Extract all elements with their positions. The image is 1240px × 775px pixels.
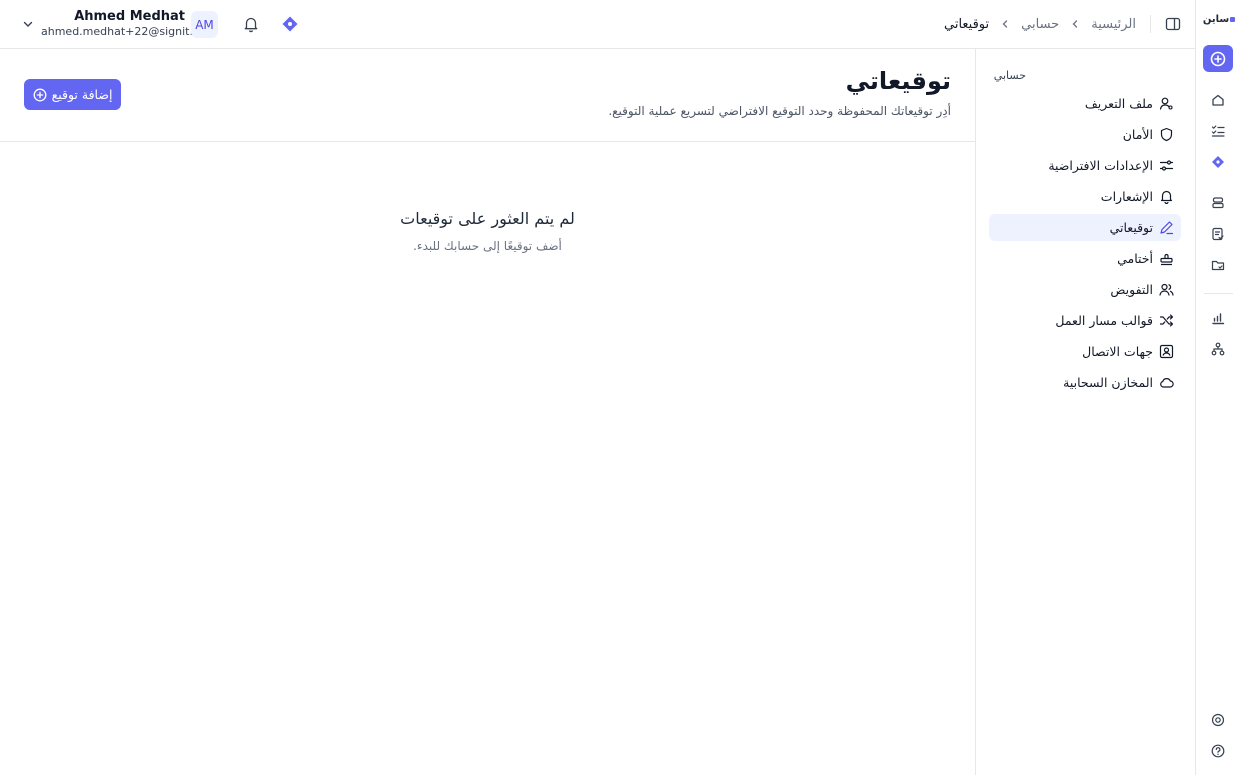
page-title: توقيعاتي: [845, 67, 951, 95]
sidebar-item-label: الإشعارات: [1100, 189, 1153, 204]
add-signature-button[interactable]: إضافة توقيع: [24, 79, 121, 110]
breadcrumb: الرئيسية حسابي توقيعاتي: [944, 0, 1195, 48]
sidebar-item-label: المخازن السحابية: [1063, 375, 1153, 390]
plus-circle-icon: [33, 88, 47, 101]
help-icon[interactable]: [1209, 742, 1227, 760]
sidebar-section-title: حسابي: [993, 69, 1026, 82]
analytics-icon[interactable]: [1209, 309, 1227, 327]
org-chart-icon[interactable]: [1209, 340, 1227, 358]
user-name: Ahmed Medhat: [74, 9, 185, 24]
stamp-icon: [1160, 253, 1173, 266]
app-logo[interactable]: ساين: [1202, 14, 1236, 30]
notifications-bell-icon[interactable]: [242, 15, 260, 33]
sidebar-toggle-icon[interactable]: [1165, 16, 1181, 32]
user-email: ahmed.medhat+22@signit.sa: [41, 25, 206, 38]
sidebar-item-label: جهات الاتصال: [1082, 344, 1153, 359]
top-header: الرئيسية حسابي توقيعاتي Ahmed Medhat ahm…: [0, 0, 1195, 49]
sidebar-item-label: توقيعاتي: [1109, 220, 1153, 235]
sidebar-item-profile[interactable]: ملف التعريف: [989, 90, 1181, 117]
rail-divider: [1204, 293, 1233, 294]
sidebar-item-label: ملف التعريف: [1084, 96, 1153, 111]
add-signature-label: إضافة توقيع: [51, 87, 113, 102]
sliders-icon: [1159, 160, 1174, 171]
bell-icon: [1160, 190, 1173, 204]
tasks-icon[interactable]: [1209, 122, 1227, 140]
sidebar-item-delegation[interactable]: التفويض: [989, 276, 1181, 303]
sidebar-item-label: قوالب مسار العمل: [1055, 313, 1153, 328]
avatar[interactable]: AM: [191, 11, 218, 38]
diamond-icon[interactable]: [1209, 153, 1227, 171]
main-content: توقيعاتي أدِر توقيعاتك المحفوظة وحدد الت…: [0, 49, 975, 775]
settings-icon[interactable]: [1209, 711, 1227, 729]
sidebar-item-label: التفويض: [1110, 282, 1153, 297]
icon-rail: ساين: [1195, 0, 1240, 775]
document-check-icon[interactable]: [1209, 225, 1227, 243]
breadcrumb-account[interactable]: حسابي: [1021, 17, 1059, 32]
sidebar-item-signatures[interactable]: توقيعاتي: [989, 214, 1181, 241]
chevron-left-icon: [1002, 20, 1008, 28]
cloud-icon: [1160, 378, 1174, 388]
home-icon[interactable]: [1209, 91, 1227, 109]
stamp-icon[interactable]: [1209, 194, 1227, 212]
sidebar-item-stamps[interactable]: أختامي: [989, 245, 1181, 272]
plus-circle-icon: [1210, 51, 1226, 66]
chevron-down-icon[interactable]: [21, 17, 35, 31]
account-sidebar: حسابي ملف التعريف الأمان الإعدادات الافت…: [975, 49, 1195, 775]
empty-state-title: لم يتم العثور على توقيعات: [400, 209, 575, 228]
sidebar-item-contacts[interactable]: جهات الاتصال: [989, 338, 1181, 365]
breadcrumb-home[interactable]: الرئيسية: [1091, 17, 1136, 32]
shield-icon: [1160, 127, 1173, 142]
sidebar-item-label: الأمان: [1122, 127, 1153, 142]
header-divider: [1150, 15, 1151, 33]
sidebar-item-label: أختامي: [1117, 251, 1153, 266]
pen-icon: [1160, 221, 1174, 235]
sidebar-item-workflow-templates[interactable]: قوالب مسار العمل: [989, 307, 1181, 334]
contact-icon: [1159, 344, 1174, 359]
users-icon: [1159, 283, 1174, 296]
page-header: توقيعاتي أدِر توقيعاتك المحفوظة وحدد الت…: [0, 49, 975, 142]
sidebar-item-defaults[interactable]: الإعدادات الافتراضية: [989, 152, 1181, 179]
sidebar-item-notifications[interactable]: الإشعارات: [989, 183, 1181, 210]
breadcrumb-current: توقيعاتي: [943, 16, 990, 32]
sidebar-item-cloud-storage[interactable]: المخازن السحابية: [989, 369, 1181, 396]
empty-state-subtitle: أضف توقيعًا إلى حسابك للبدء.: [413, 239, 562, 253]
new-document-button[interactable]: [1203, 45, 1233, 72]
shuffle-icon: [1159, 314, 1174, 327]
folder-check-icon[interactable]: [1209, 256, 1227, 274]
sidebar-item-security[interactable]: الأمان: [989, 121, 1181, 148]
page-subtitle: أدِر توقيعاتك المحفوظة وحدد التوقيع الاف…: [608, 104, 951, 118]
user-icon: [1159, 97, 1173, 110]
chevron-left-icon: [1072, 20, 1078, 28]
sidebar-item-label: الإعدادات الافتراضية: [1048, 158, 1153, 173]
diamond-icon[interactable]: [281, 15, 299, 33]
